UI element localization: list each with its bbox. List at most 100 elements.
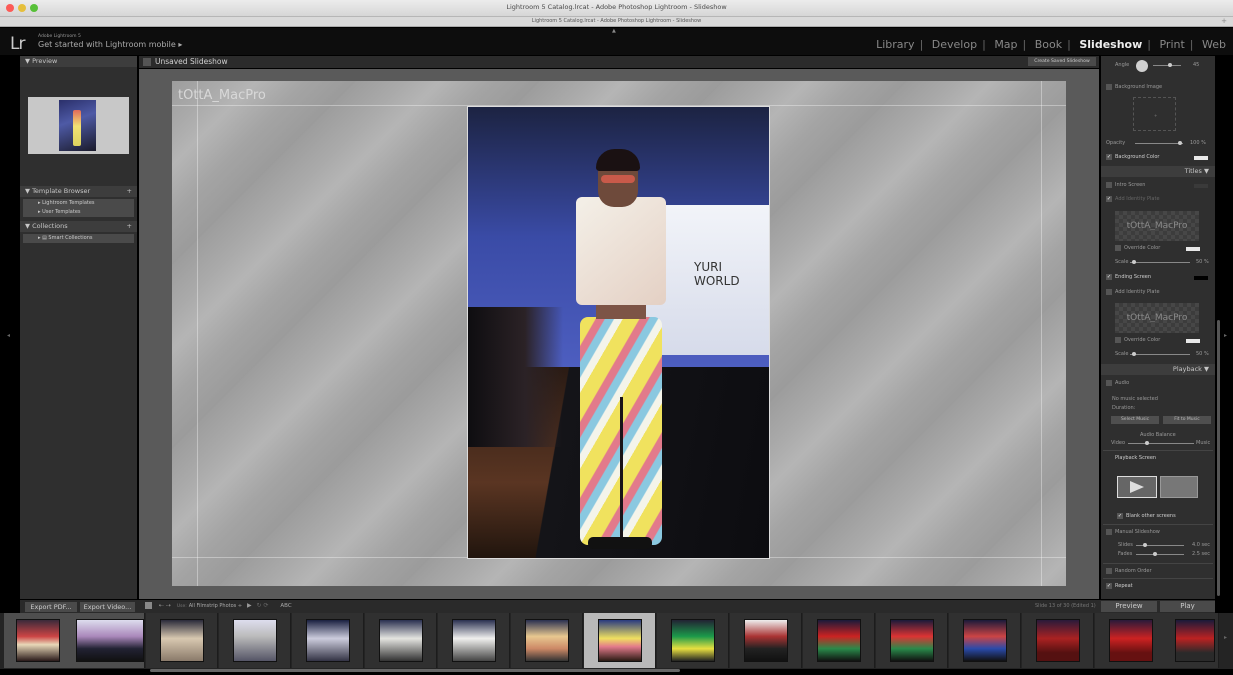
collapse-top-panel-icon[interactable]: ▲ — [612, 28, 616, 34]
intro-screen-color-swatch[interactable] — [1194, 184, 1208, 188]
audio-checkbox[interactable] — [1106, 380, 1112, 386]
filmstrip-thumbnail[interactable] — [76, 619, 144, 662]
collections-header[interactable]: ▼ Collections + — [20, 221, 137, 232]
filmstrip-cell[interactable] — [511, 613, 583, 668]
background-image-well[interactable]: + — [1133, 97, 1176, 131]
audio-balance-slider-track[interactable] — [1128, 443, 1194, 444]
audio-balance-slider-knob[interactable] — [1145, 441, 1149, 445]
module-develop[interactable]: Develop — [932, 38, 977, 51]
repeat-checkbox[interactable]: ✓ — [1106, 583, 1112, 589]
filmstrip-cell[interactable] — [876, 613, 948, 668]
playback-section-header[interactable]: Playback ▼ — [1101, 364, 1215, 375]
filmstrip-cell[interactable] — [365, 613, 437, 668]
filmstrip-cell[interactable] — [1022, 613, 1094, 668]
filmstrip-thumbnail[interactable] — [744, 619, 788, 662]
filmstrip-thumbnail[interactable] — [452, 619, 496, 662]
opacity-slider-knob[interactable] — [1178, 141, 1182, 145]
add-template-icon[interactable]: + — [127, 186, 132, 197]
random-order-checkbox[interactable] — [1106, 568, 1112, 574]
tree-item-smart-collections[interactable]: ▸ ▤ Smart Collections — [23, 234, 134, 243]
add-text-button[interactable]: ABC — [280, 603, 291, 609]
export-pdf-button[interactable]: Export PDF... — [25, 602, 77, 612]
previous-slide-icon[interactable]: ⇠ — [159, 602, 164, 609]
filmstrip-cell[interactable] — [803, 613, 875, 668]
filmstrip-right-arrow-icon[interactable]: ▸ — [1224, 634, 1227, 641]
slides-slider-knob[interactable] — [1143, 543, 1147, 547]
add-collection-icon[interactable]: + — [127, 221, 132, 232]
intro-screen-checkbox[interactable] — [1106, 182, 1112, 188]
titles-section-header[interactable]: Titles ▼ — [1101, 166, 1215, 177]
blank-other-screens-checkbox[interactable]: ✓ — [1117, 513, 1123, 519]
left-panel-toggle-icon[interactable]: ◂ — [7, 332, 10, 339]
override-color-swatch-2[interactable] — [1186, 339, 1200, 343]
angle-dial[interactable] — [1136, 60, 1148, 72]
filmstrip-cell[interactable] — [4, 613, 76, 668]
filmstrip-thumbnail[interactable] — [1109, 619, 1153, 662]
add-identity-plate-checkbox-2[interactable] — [1106, 289, 1112, 295]
scale-slider-knob-1[interactable] — [1132, 260, 1136, 264]
playback-screen-2[interactable] — [1160, 476, 1198, 498]
angle-slider-knob[interactable] — [1168, 63, 1172, 67]
background-color-checkbox[interactable]: ✓ — [1106, 154, 1112, 160]
scale-slider-track-1[interactable] — [1130, 262, 1190, 263]
override-color-checkbox-1[interactable] — [1115, 245, 1121, 251]
filmstrip-thumbnail[interactable] — [671, 619, 715, 662]
select-music-button[interactable]: Select Music — [1111, 416, 1159, 424]
template-browser-header[interactable]: ▼ Template Browser + — [20, 186, 137, 197]
identity-plate-preview-1[interactable]: tOttA_MacPro — [1115, 211, 1199, 241]
override-color-swatch-1[interactable] — [1186, 247, 1200, 251]
preview-play-icon[interactable]: ▶ — [247, 602, 252, 609]
layout-guide-right[interactable] — [1041, 81, 1042, 586]
next-slide-icon[interactable]: ⇢ — [166, 602, 171, 609]
module-web[interactable]: Web — [1202, 38, 1226, 51]
filmstrip-cell[interactable] — [949, 613, 1021, 668]
filmstrip-thumbnail[interactable] — [16, 619, 60, 662]
fades-slider-track[interactable] — [1136, 554, 1184, 555]
right-panel-scrollbar[interactable] — [1217, 320, 1220, 596]
filmstrip-cell[interactable] — [657, 613, 729, 668]
right-panel-toggle-icon[interactable]: ▸ — [1224, 332, 1227, 339]
export-video-button[interactable]: Export Video... — [80, 602, 135, 612]
filmstrip-cell[interactable] — [1161, 613, 1219, 668]
opacity-slider-track[interactable] — [1135, 143, 1183, 144]
background-image-checkbox[interactable] — [1106, 84, 1112, 90]
module-slideshow[interactable]: Slideshow — [1079, 38, 1142, 51]
filmstrip-thumbnail[interactable] — [306, 619, 350, 662]
tree-item-user-templates[interactable]: ▸ User Templates — [23, 208, 134, 217]
identity-plate-overlay[interactable]: tOttA_MacPro — [178, 88, 266, 103]
fades-slider-knob[interactable] — [1153, 552, 1157, 556]
angle-slider-track[interactable] — [1153, 65, 1181, 66]
fit-to-music-button[interactable]: Fit to Music — [1163, 416, 1211, 424]
ending-screen-checkbox[interactable]: ✓ — [1106, 274, 1112, 280]
stop-icon[interactable] — [145, 602, 152, 609]
scale-slider-track-2[interactable] — [1130, 354, 1190, 355]
filmstrip-thumbnail[interactable] — [160, 619, 204, 662]
filmstrip-cell[interactable] — [292, 613, 364, 668]
play-button[interactable]: Play — [1160, 601, 1215, 612]
add-identity-plate-checkbox-1[interactable]: ✓ — [1106, 196, 1112, 202]
layout-guide-left[interactable] — [197, 81, 198, 586]
filmstrip-thumbnail[interactable] — [963, 619, 1007, 662]
filmstrip-scrollbar[interactable] — [150, 669, 680, 672]
rotate-icon[interactable]: ↻ ⟳ — [257, 602, 269, 609]
filmstrip-cell[interactable] — [438, 613, 510, 668]
use-select[interactable]: All Filmstrip Photos ÷ — [189, 603, 242, 609]
filmstrip-thumbnail[interactable] — [1175, 619, 1215, 662]
get-started-mobile-link[interactable]: Get started with Lightroom mobile ▸ — [38, 40, 182, 49]
playback-screen-1[interactable] — [1117, 476, 1157, 498]
filmstrip-thumbnail[interactable] — [233, 619, 277, 662]
filmstrip-thumbnail[interactable] — [817, 619, 861, 662]
module-map[interactable]: Map — [994, 38, 1017, 51]
filmstrip-thumbnail[interactable] — [379, 619, 423, 662]
preview-button[interactable]: Preview — [1101, 601, 1157, 612]
create-saved-slideshow-button[interactable]: Create Saved Slideshow — [1028, 57, 1096, 66]
manual-slideshow-checkbox[interactable] — [1106, 529, 1112, 535]
filmstrip-cell[interactable] — [73, 613, 145, 668]
module-book[interactable]: Book — [1035, 38, 1062, 51]
module-library[interactable]: Library — [876, 38, 914, 51]
identity-plate-preview-2[interactable]: tOttA_MacPro — [1115, 303, 1199, 333]
filmstrip-cell[interactable] — [146, 613, 218, 668]
add-tab-icon[interactable]: + — [1221, 17, 1227, 25]
filmstrip-thumbnail[interactable] — [598, 619, 642, 662]
tree-item-lightroom-templates[interactable]: ▸ Lightroom Templates — [23, 199, 134, 208]
